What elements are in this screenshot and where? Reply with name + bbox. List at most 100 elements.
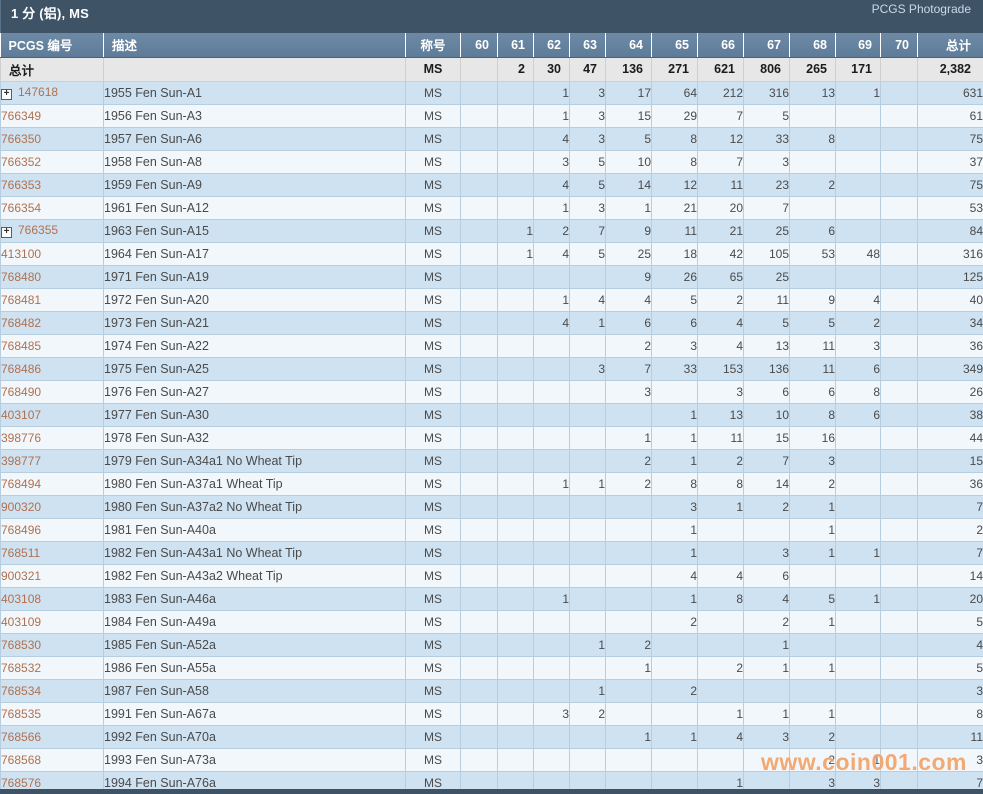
grade-61-cell: [498, 541, 534, 564]
grade-62-cell: [534, 426, 570, 449]
totals-grade-62: 30: [534, 57, 570, 81]
grade-61-cell: [498, 288, 534, 311]
pcgs-number-link[interactable]: 768480: [1, 270, 41, 284]
grade-68-cell: 1: [790, 610, 836, 633]
row-total-cell: 316: [918, 242, 983, 265]
grade-68-cell: [790, 150, 836, 173]
grade-61-cell: [498, 702, 534, 725]
grade-61-cell: [498, 173, 534, 196]
pcgs-number-cell: 768494: [1, 472, 104, 495]
grade-64-cell: 6: [606, 311, 652, 334]
pcgs-number-link[interactable]: 900320: [1, 500, 41, 514]
description-cell: 1985 Fen Sun-A52a: [104, 633, 406, 656]
pcgs-number-link[interactable]: 768511: [1, 546, 40, 560]
grade-68-cell: 53: [790, 242, 836, 265]
grade-70-cell: [881, 495, 918, 518]
grade-64-cell: [606, 702, 652, 725]
grade-69-cell: 6: [836, 357, 881, 380]
pcgs-number-link[interactable]: 768534: [1, 684, 41, 698]
pcgs-number-cell: 768568: [1, 748, 104, 771]
pcgs-number-cell: 766352: [1, 150, 104, 173]
grade-60-cell: [461, 242, 498, 265]
pcgs-number-link[interactable]: 398776: [1, 431, 41, 445]
pcgs-number-cell: 900320: [1, 495, 104, 518]
pcgs-number-cell: 768566: [1, 725, 104, 748]
col-header-grade-67: 67: [744, 33, 790, 57]
pcgs-number-link[interactable]: 403108: [1, 592, 41, 606]
pcgs-number-link[interactable]: 768494: [1, 477, 41, 491]
row-total-cell: 75: [918, 173, 983, 196]
pcgs-number-link[interactable]: 766350: [1, 132, 41, 146]
pcgs-number-link[interactable]: 768485: [1, 339, 41, 353]
pcgs-number-link[interactable]: 768496: [1, 523, 41, 537]
pcgs-number-link[interactable]: 900321: [1, 569, 41, 583]
pcgs-number-cell: +147618: [1, 81, 104, 104]
description-cell: 1986 Fen Sun-A55a: [104, 656, 406, 679]
totals-grade-70: [881, 57, 918, 81]
grade-63-cell: 2: [570, 702, 606, 725]
grade-69-cell: [836, 472, 881, 495]
pcgs-number-link[interactable]: 398777: [1, 454, 41, 468]
pcgs-number-link[interactable]: 147618: [18, 85, 58, 99]
pcgs-number-link[interactable]: 768486: [1, 362, 41, 376]
pcgs-number-link[interactable]: 766355: [18, 223, 58, 237]
designation-cell: MS: [406, 380, 461, 403]
photograde-link[interactable]: PCGS Photograde: [872, 2, 971, 16]
grade-69-cell: [836, 173, 881, 196]
grade-61-cell: 1: [498, 219, 534, 242]
pcgs-number-link[interactable]: 768576: [1, 776, 41, 790]
grade-67-cell: 15: [744, 426, 790, 449]
pcgs-number-link[interactable]: 766352: [1, 155, 41, 169]
pcgs-number-link[interactable]: 768532: [1, 661, 41, 675]
table-row: 4131001964 Fen Sun-A17MS1452518421055348…: [1, 242, 983, 265]
pcgs-number-link[interactable]: 768568: [1, 753, 41, 767]
pcgs-number-cell: 398776: [1, 426, 104, 449]
grade-69-cell: [836, 679, 881, 702]
grade-66-cell: 11: [698, 426, 744, 449]
grade-63-cell: 3: [570, 81, 606, 104]
col-header-grade-64: 64: [606, 33, 652, 57]
pcgs-number-link[interactable]: 413100: [1, 247, 41, 261]
grade-61-cell: [498, 633, 534, 656]
description-cell: 1982 Fen Sun-A43a1 No Wheat Tip: [104, 541, 406, 564]
pcgs-number-link[interactable]: 403109: [1, 615, 41, 629]
grade-67-cell: 6: [744, 564, 790, 587]
pcgs-number-link[interactable]: 768566: [1, 730, 41, 744]
table-row: 7663541961 Fen Sun-A12MS1312120753: [1, 196, 983, 219]
grade-68-cell: 11: [790, 334, 836, 357]
grade-69-cell: [836, 518, 881, 541]
row-total-cell: 2: [918, 518, 983, 541]
grade-60-cell: [461, 288, 498, 311]
row-total-cell: 5: [918, 656, 983, 679]
pcgs-number-link[interactable]: 766349: [1, 109, 41, 123]
expand-plus-icon[interactable]: +: [1, 89, 12, 100]
table-row: 7685341987 Fen Sun-A58MS123: [1, 679, 983, 702]
grade-68-cell: 2: [790, 173, 836, 196]
totals-grade-65: 271: [652, 57, 698, 81]
pcgs-number-link[interactable]: 768490: [1, 385, 41, 399]
grade-63-cell: [570, 748, 606, 771]
expand-plus-icon[interactable]: +: [1, 227, 12, 238]
table-row: 7685321986 Fen Sun-A55aMS12115: [1, 656, 983, 679]
pcgs-number-link[interactable]: 768530: [1, 638, 41, 652]
pcgs-number-link[interactable]: 768535: [1, 707, 41, 721]
table-row: 7685661992 Fen Sun-A70aMS1143211: [1, 725, 983, 748]
row-total-cell: 8: [918, 702, 983, 725]
pcgs-number-link[interactable]: 768481: [1, 293, 41, 307]
col-header-grade-63: 63: [570, 33, 606, 57]
pcgs-number-link[interactable]: 766354: [1, 201, 41, 215]
grade-64-cell: 5: [606, 127, 652, 150]
grade-69-cell: 1: [836, 541, 881, 564]
designation-cell: MS: [406, 541, 461, 564]
table-row: 3987771979 Fen Sun-A34a1 No Wheat TipMS2…: [1, 449, 983, 472]
grade-61-cell: [498, 311, 534, 334]
grade-66-cell: [698, 748, 744, 771]
pcgs-number-link[interactable]: 766353: [1, 178, 41, 192]
grade-64-cell: [606, 679, 652, 702]
grade-65-cell: [652, 656, 698, 679]
col-header-total: 总计: [918, 33, 983, 57]
pcgs-number-link[interactable]: 403107: [1, 408, 41, 422]
pcgs-number-link[interactable]: 768482: [1, 316, 41, 330]
grade-68-cell: 8: [790, 403, 836, 426]
grade-66-cell: 42: [698, 242, 744, 265]
